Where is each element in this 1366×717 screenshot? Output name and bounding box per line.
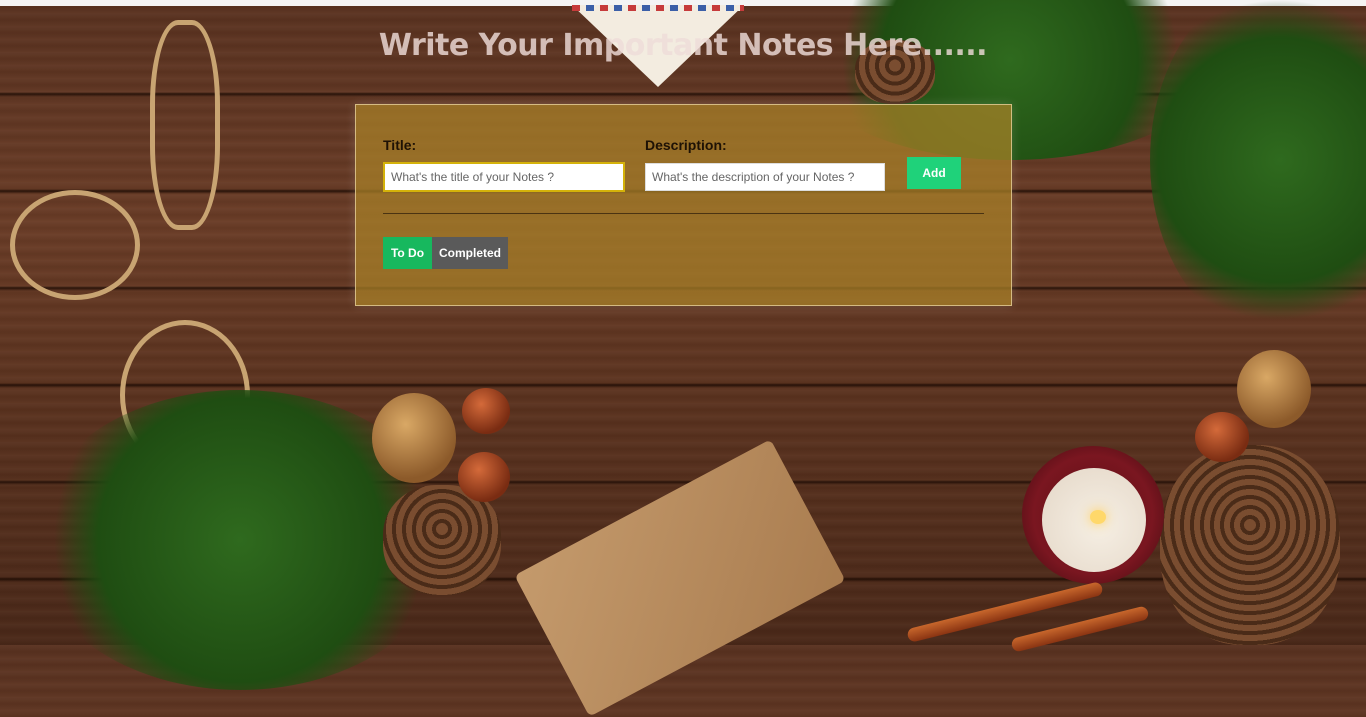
walnut-decoration: [372, 393, 456, 483]
twine-decoration: [10, 190, 140, 300]
title-input[interactable]: [383, 162, 625, 192]
candle-flame-decoration: [1090, 510, 1106, 524]
title-label: Title:: [383, 137, 417, 153]
hazelnut-decoration: [462, 388, 510, 434]
walnut-decoration: [1237, 350, 1311, 428]
envelope-stripe: [572, 5, 744, 11]
page-title: Write Your Important Notes Here......: [378, 28, 988, 63]
hazelnut-decoration: [1195, 412, 1249, 462]
description-input[interactable]: [645, 163, 885, 191]
hazelnut-decoration: [458, 452, 510, 502]
pinecone-decoration: [1160, 445, 1340, 645]
gift-box-decoration: [514, 439, 846, 717]
tab-todo[interactable]: To Do: [383, 237, 432, 269]
notes-panel: Title: Description: Add To Do Completed: [355, 104, 1012, 306]
divider: [383, 213, 984, 214]
tab-completed[interactable]: Completed: [432, 237, 508, 269]
add-button[interactable]: Add: [907, 157, 961, 189]
description-label: Description:: [645, 137, 727, 153]
